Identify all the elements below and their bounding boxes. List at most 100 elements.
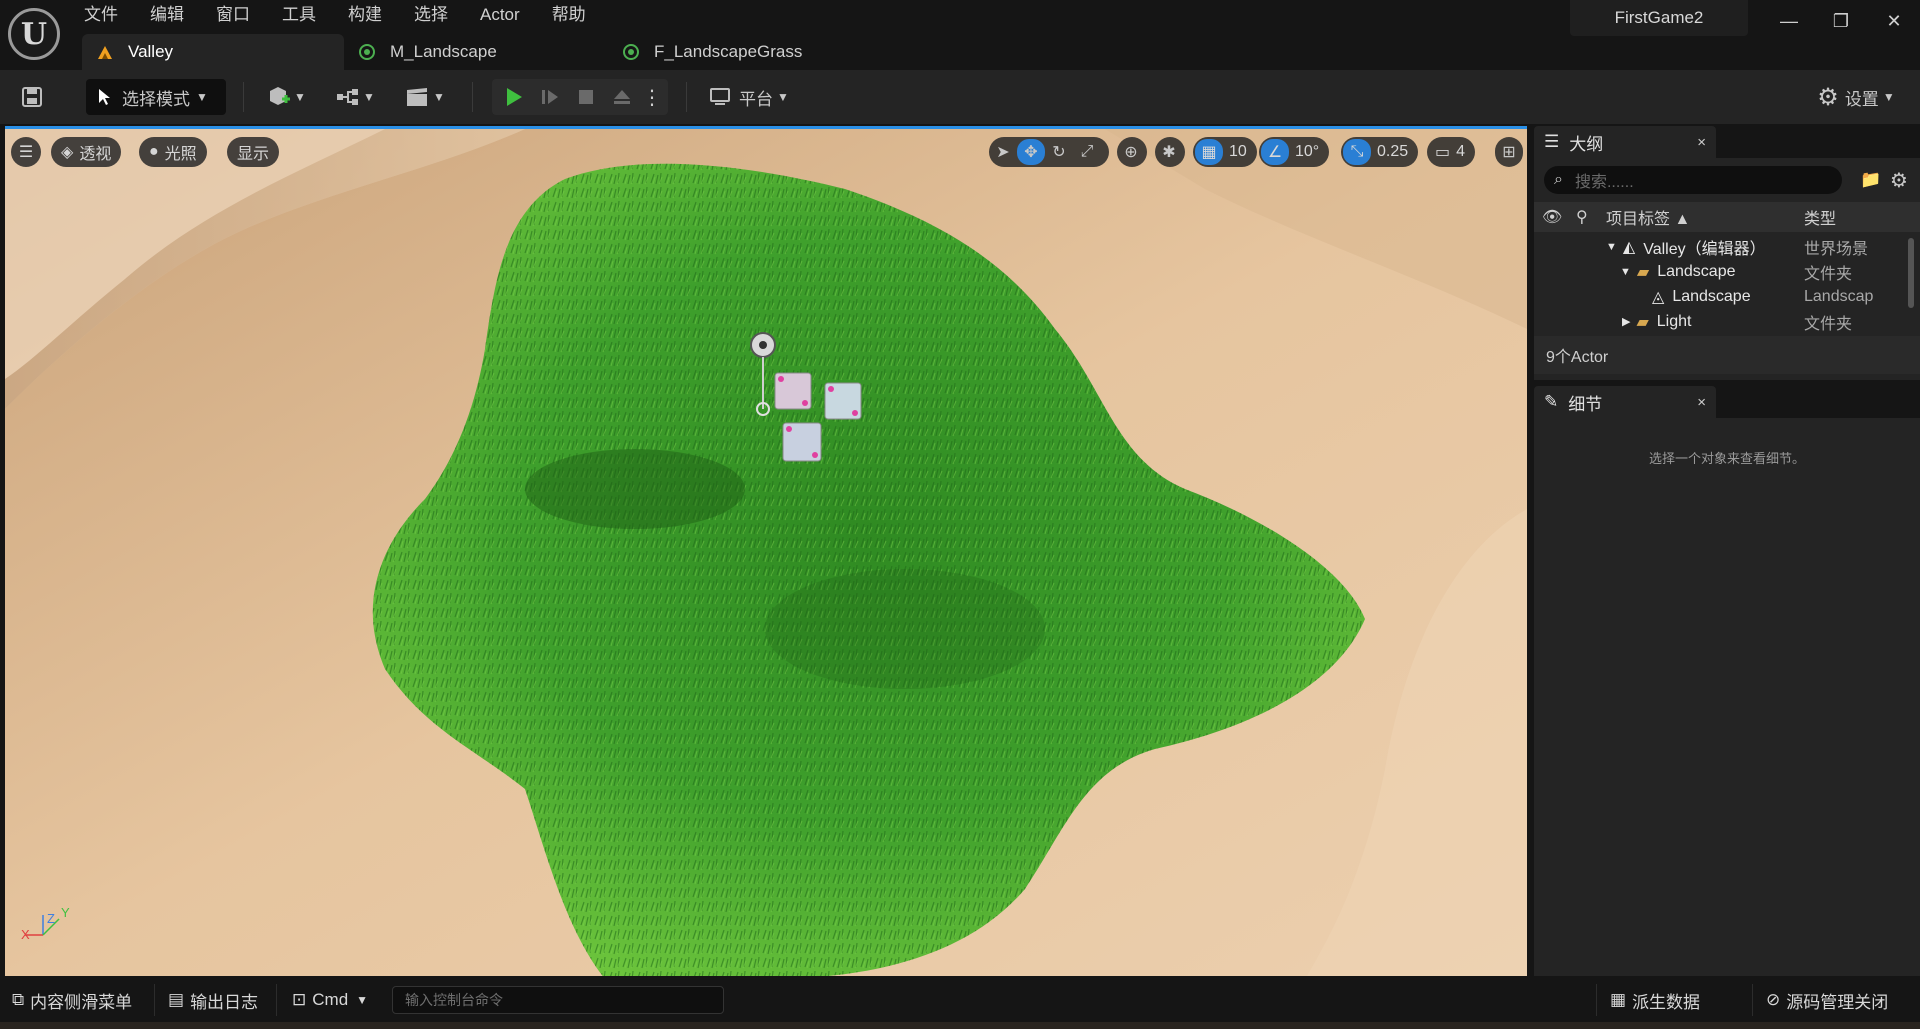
surface-snap-icon: ✱ (1162, 144, 1176, 161)
transform-tools: ➤ ✥ ↻ ⤢ (989, 137, 1109, 167)
menu-actor[interactable]: Actor (464, 3, 536, 29)
menu-select[interactable]: 选择 (398, 3, 464, 29)
save-icon[interactable] (16, 79, 48, 115)
eject-icon[interactable] (604, 87, 640, 107)
step-icon[interactable] (532, 87, 568, 107)
details-tab[interactable]: ✎ 细节 × (1534, 386, 1716, 418)
world-local-toggle[interactable]: ⊕ (1117, 137, 1147, 167)
output-log-label: 输出日志 (190, 992, 259, 1012)
outliner-scrollbar[interactable] (1908, 238, 1914, 308)
main-menu: 文件 编辑 窗口 工具 构建 选择 Actor 帮助 (68, 3, 602, 29)
tab-label: Valley (128, 42, 174, 61)
menu-window[interactable]: 窗口 (200, 3, 266, 29)
viewport-menu-button[interactable]: ☰ (11, 137, 41, 167)
expand-arrow-icon: ▼ (1606, 240, 1617, 253)
menu-edit[interactable]: 编辑 (134, 3, 200, 29)
settings-button[interactable]: ⚙ 设置 ▼ (1808, 79, 1904, 115)
platform-icon (710, 88, 731, 105)
gear-icon: ⚙ (1817, 83, 1839, 111)
axis-x-label: X (21, 927, 30, 942)
scale-tool-icon[interactable]: ⤢ (1073, 137, 1101, 167)
chevron-down-icon: ▼ (196, 90, 208, 104)
grid-snap-control[interactable]: ▦ 10 (1193, 137, 1257, 167)
content-drawer-label: 内容侧滑菜单 (30, 992, 133, 1012)
gear-icon[interactable]: ⚙ (1890, 168, 1908, 193)
menu-tools[interactable]: 工具 (266, 3, 332, 29)
blueprints-button[interactable]: ▼ (330, 79, 380, 115)
perspective-button[interactable]: ◈ 透视 (51, 137, 122, 167)
content-drawer-icon: ⧉ (12, 990, 25, 1009)
add-actor-button[interactable]: ▼ (262, 79, 310, 115)
axis-gizmo: X Z Y (15, 905, 75, 950)
level-viewport[interactable]: ☰ ◈ 透视 ● 光照 显示 ➤ ✥ ↻ ⤢ ⊕ ✱ ▦ 10 ∠ 10° ⤡ 0.2… (5, 126, 1527, 976)
tree-row[interactable]: ▼ ▰ Landscape 文件夹 (1534, 259, 1904, 284)
play-icon[interactable] (496, 86, 532, 108)
status-divider (1596, 984, 1597, 1016)
search-input[interactable]: ⌕ 搜索...... (1544, 166, 1842, 194)
lighting-button[interactable]: ● 光照 (139, 137, 207, 167)
tree-row[interactable]: ▼ ◭ Valley（编辑器） 世界场景 (1534, 234, 1904, 259)
tree-row[interactable]: ▶ ▰ Light 文件夹 (1534, 309, 1904, 334)
chevron-down-icon: ▼ (356, 993, 369, 1007)
pin-icon[interactable]: ⚲ (1576, 207, 1606, 227)
surface-snap-toggle[interactable]: ✱ (1155, 137, 1185, 167)
tab-valley[interactable]: Valley (82, 34, 344, 70)
viewport-layout-button[interactable]: ⊞ (1495, 137, 1523, 167)
toolbar-divider (472, 82, 473, 112)
visibility-icon[interactable]: 👁 (1542, 207, 1568, 227)
globe-icon: ⊕ (1124, 144, 1138, 161)
close-icon[interactable]: ✕ (1874, 6, 1914, 36)
scene-render[interactable] (5, 129, 1527, 976)
tab-f-landscapegrass[interactable]: F_LandscapeGrass (608, 34, 816, 70)
details-title: 细节 (1568, 394, 1603, 414)
cube-actor-icon (824, 382, 862, 420)
console-input[interactable]: 输入控制台命令 (392, 986, 724, 1014)
stop-icon[interactable] (568, 88, 604, 106)
content-drawer-button[interactable]: ⧉ 内容侧滑菜单 (12, 982, 132, 1018)
label-column-header[interactable]: 项目标签 ▲ (1606, 205, 1690, 229)
details-icon: ✎ (1544, 392, 1559, 411)
show-button[interactable]: 显示 (227, 137, 280, 167)
close-icon[interactable]: × (1697, 134, 1706, 151)
unreal-logo[interactable]: U (8, 8, 60, 60)
camera-icon: ▭ (1435, 144, 1451, 161)
outliner-icon: ☰ (1544, 132, 1560, 151)
add-actor-icon (270, 87, 291, 105)
output-log-button[interactable]: ▤ 输出日志 (168, 982, 258, 1018)
rotate-tool-icon[interactable]: ↻ (1045, 137, 1073, 167)
camera-speed-control[interactable]: ▭ 4 (1427, 137, 1476, 167)
chevron-down-icon: ▼ (433, 90, 445, 104)
type-column-header[interactable]: 类型 (1804, 205, 1836, 229)
platforms-button[interactable]: 平台 ▼ (704, 79, 794, 115)
derived-data-button[interactable]: ▦ 派生数据 (1610, 982, 1700, 1018)
minimize-icon[interactable]: — (1769, 6, 1809, 36)
chevron-down-icon: ▼ (1882, 90, 1895, 104)
restore-icon[interactable]: ❐ (1821, 6, 1861, 36)
more-options-icon[interactable]: ⋮ (640, 85, 664, 110)
title-bar: U 文件 编辑 窗口 工具 构建 选择 Actor 帮助 Valley M_La… (0, 0, 1920, 70)
play-controls: ⋮ (492, 79, 668, 115)
console-icon: ⊡ (292, 990, 307, 1009)
level-icon (98, 46, 112, 59)
cinematics-button[interactable]: ▼ (400, 79, 450, 115)
select-tool-icon[interactable]: ➤ (989, 137, 1017, 167)
tree-row[interactable]: ◬ Landscape Landscap (1534, 284, 1904, 309)
chevron-down-icon: ▼ (777, 90, 789, 104)
add-folder-icon[interactable]: 📁 (1860, 170, 1881, 190)
cmd-selector[interactable]: ⊡ Cmd ▼ (292, 982, 368, 1018)
scale-snap-control[interactable]: ⤡ 0.25 (1341, 137, 1419, 167)
tab-m-landscape[interactable]: M_Landscape (344, 34, 608, 70)
move-tool-icon[interactable]: ✥ (1017, 139, 1045, 165)
hamburger-icon: ☰ (18, 144, 34, 161)
menu-file[interactable]: 文件 (68, 3, 134, 29)
landscape-icon: ◬ (1652, 288, 1665, 306)
cube-actor-icon (774, 372, 812, 410)
outliner-tab[interactable]: ☰ 大纲 × (1534, 126, 1716, 158)
menu-build[interactable]: 构建 (332, 3, 398, 29)
menu-help[interactable]: 帮助 (536, 3, 602, 29)
source-control-button[interactable]: ⊘ 源码管理关闭 (1766, 982, 1888, 1018)
close-icon[interactable]: × (1697, 394, 1706, 411)
rotation-snap-control[interactable]: ∠ 10° (1259, 137, 1330, 167)
select-mode-button[interactable]: 选择模式 ▼ (86, 79, 226, 115)
row-type: 文件夹 (1804, 265, 1853, 283)
